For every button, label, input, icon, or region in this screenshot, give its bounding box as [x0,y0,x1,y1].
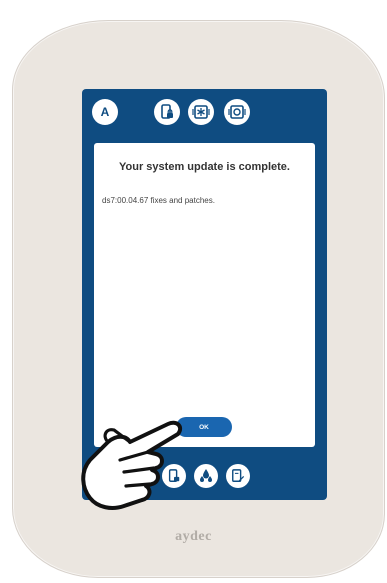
dialog-message: ds7:00.04.67 fixes and patches. [102,196,215,205]
pointing-hand-icon [81,420,183,510]
camera-frame-icon[interactable] [224,99,250,125]
top-bar: A [82,89,327,141]
phone-lock-icon[interactable] [154,99,180,125]
snowflake-box-icon[interactable] [188,99,214,125]
brand-logo: aydec [175,529,212,544]
user-avatar[interactable]: A [92,99,118,125]
dialog-title: Your system update is complete. [119,161,290,173]
document-edit-icon[interactable] [226,464,250,488]
